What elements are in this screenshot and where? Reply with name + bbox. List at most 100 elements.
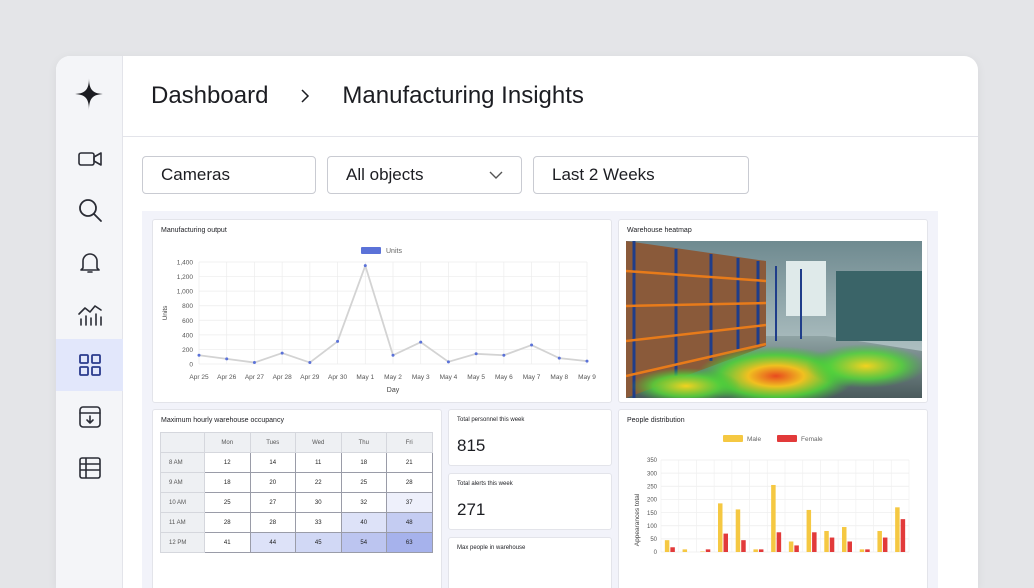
logo-icon bbox=[73, 78, 105, 110]
table-cell: 28 bbox=[204, 512, 251, 533]
table-row: 11 AM 28 28 33 40 48 bbox=[160, 512, 433, 533]
data-point bbox=[197, 353, 201, 357]
data-point bbox=[336, 339, 340, 343]
card-title: Total alerts this week bbox=[457, 481, 513, 487]
table-icon bbox=[78, 457, 101, 479]
people-distribution-card: People distribution Male Female 0 50 100 150 2… bbox=[618, 409, 928, 588]
data-point bbox=[474, 352, 478, 356]
y-axis-label: Appearances total bbox=[634, 493, 641, 546]
sidebar-item-search[interactable] bbox=[56, 184, 123, 236]
table-cell: 44 bbox=[249, 532, 296, 553]
table-cell: 25 bbox=[340, 472, 387, 493]
sidebar-item-dashboard[interactable] bbox=[56, 339, 123, 391]
x-tick-label: Apr 26 bbox=[217, 374, 237, 381]
y-tick-label: 50 bbox=[650, 537, 657, 543]
date-range-filter[interactable]: Last 2 Weeks bbox=[533, 156, 749, 194]
bar-male bbox=[806, 509, 812, 552]
warehouse-heatmap-card: Warehouse heatmap bbox=[618, 219, 928, 403]
grid-icon bbox=[78, 354, 101, 376]
table-cell: 54 bbox=[340, 532, 387, 553]
x-tick-label: May 3 bbox=[412, 374, 430, 381]
data-point bbox=[446, 360, 450, 364]
table-cell: 21 bbox=[386, 452, 433, 473]
data-point bbox=[419, 340, 423, 344]
table-row: 8 AM 12 14 11 18 21 bbox=[160, 452, 433, 473]
data-point bbox=[530, 343, 534, 347]
data-point bbox=[252, 361, 256, 365]
objects-dropdown[interactable]: All objects bbox=[327, 156, 522, 194]
table-cell: 20 bbox=[249, 472, 296, 493]
row-header: 10 AM bbox=[160, 492, 205, 513]
breadcrumb: Dashboard Manufacturing Insights bbox=[123, 56, 978, 137]
x-tick-label: May 9 bbox=[578, 374, 596, 381]
legend-label: Units bbox=[386, 248, 402, 255]
total-personnel-card: Total personnel this week 815 bbox=[448, 409, 612, 466]
bar-female bbox=[670, 547, 675, 552]
table-cell: 45 bbox=[295, 532, 342, 553]
bar-male bbox=[700, 551, 705, 552]
sidebar-item-table[interactable] bbox=[56, 442, 123, 494]
bar-male bbox=[718, 503, 723, 552]
bar-male bbox=[877, 530, 882, 552]
legend-swatch-male bbox=[723, 435, 743, 442]
row-header: 11 AM bbox=[160, 512, 205, 533]
y-tick-label: 1,000 bbox=[177, 289, 194, 296]
table-cell: 41 bbox=[204, 532, 251, 553]
table-cell: 22 bbox=[295, 472, 342, 493]
data-point bbox=[585, 359, 589, 363]
row-header: 8 AM bbox=[160, 452, 205, 473]
bar-male bbox=[753, 549, 758, 552]
column-header: Tues bbox=[249, 432, 296, 453]
y-tick-label: 0 bbox=[189, 362, 193, 369]
sidebar-item-archive[interactable] bbox=[56, 391, 123, 443]
bar-female bbox=[882, 537, 888, 552]
cameras-filter[interactable]: Cameras bbox=[142, 156, 316, 194]
table-cell: 28 bbox=[249, 512, 296, 533]
bar-male bbox=[664, 540, 670, 552]
max-people-card: Max people in warehouse bbox=[448, 537, 612, 588]
column-header: Mon bbox=[204, 432, 251, 453]
table-cell: 33 bbox=[295, 512, 342, 533]
sidebar-item-alerts[interactable] bbox=[56, 236, 123, 288]
occupancy-card: Maximum hourly warehouse occupancy Mon T… bbox=[152, 409, 442, 588]
y-tick-label: 200 bbox=[647, 498, 658, 504]
bar-male bbox=[895, 507, 900, 552]
bar-female bbox=[847, 541, 852, 552]
table-cell: 40 bbox=[340, 512, 387, 533]
bar-female bbox=[723, 533, 728, 552]
table-row: 10 AM 25 27 30 32 37 bbox=[160, 492, 433, 513]
archive-icon bbox=[78, 406, 101, 428]
cameras-filter-label: Cameras bbox=[161, 165, 230, 184]
column-header: Thu bbox=[340, 432, 387, 453]
y-tick-label: 1,400 bbox=[177, 260, 194, 267]
table-cell: 25 bbox=[204, 492, 251, 513]
y-tick-label: 100 bbox=[647, 524, 658, 530]
sidebar-item-cameras[interactable] bbox=[56, 133, 123, 185]
card-title: Maximum hourly warehouse occupancy bbox=[161, 417, 284, 424]
breadcrumb-root[interactable]: Dashboard bbox=[151, 82, 268, 110]
y-tick-label: 800 bbox=[182, 303, 193, 310]
data-point bbox=[308, 361, 312, 365]
table-cell: 11 bbox=[295, 452, 342, 473]
x-axis-label: Day bbox=[387, 387, 400, 394]
manufacturing-output-card: Manufacturing output Units 0 200 400 600 800 1… bbox=[152, 219, 612, 403]
x-tick-label: Apr 27 bbox=[245, 374, 265, 381]
row-header: 12 PM bbox=[160, 532, 205, 553]
sidebar bbox=[56, 56, 123, 588]
bar-male bbox=[842, 527, 847, 552]
bar-male bbox=[859, 549, 865, 552]
table-cell: 63 bbox=[386, 532, 433, 553]
camera-icon bbox=[77, 152, 102, 166]
chevron-down-icon bbox=[489, 171, 503, 179]
table-cell: 37 bbox=[386, 492, 433, 513]
data-point bbox=[557, 356, 561, 360]
sidebar-item-analytics[interactable] bbox=[56, 288, 123, 340]
objects-dropdown-label: All objects bbox=[346, 165, 424, 184]
warehouse-heatmap-image[interactable] bbox=[626, 241, 922, 398]
y-tick-label: 250 bbox=[647, 484, 658, 490]
x-tick-label: Apr 30 bbox=[328, 374, 348, 381]
column-header: Fri bbox=[386, 432, 433, 453]
table-cell: 28 bbox=[386, 472, 433, 493]
legend-swatch bbox=[361, 247, 381, 254]
y-tick-label: 600 bbox=[182, 318, 193, 325]
